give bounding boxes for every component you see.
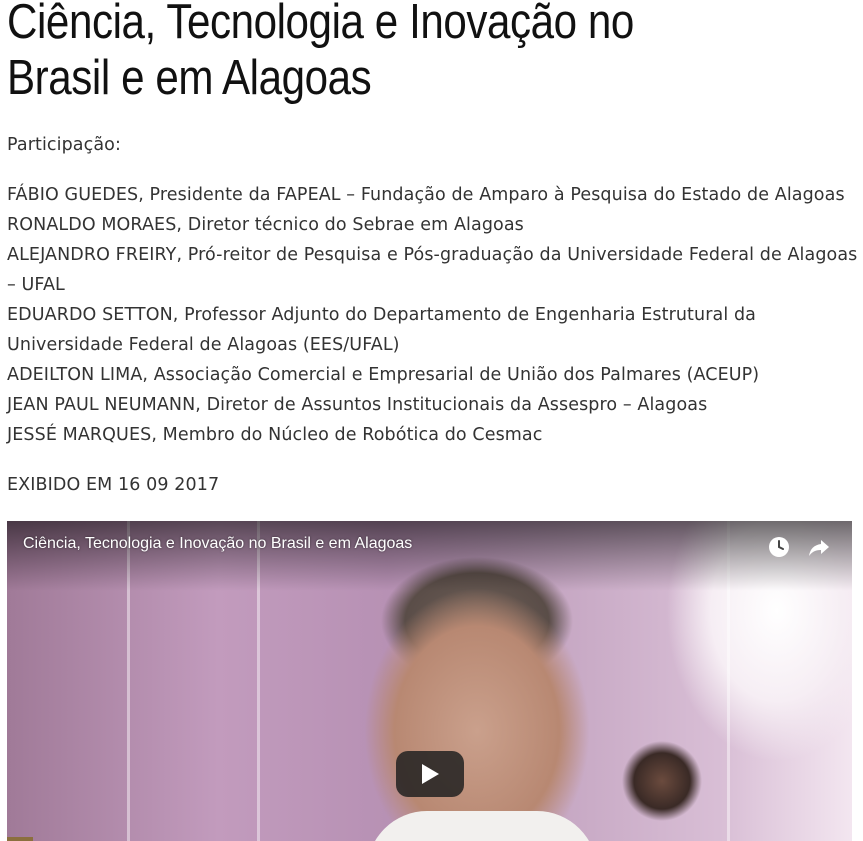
participant-item: RONALDO MORAES, Diretor técnico do Sebra…: [7, 215, 524, 235]
participation-label: Participação:: [7, 135, 121, 155]
participants-list: FÁBIO GUEDES, Presidente da FAPEAL – Fun…: [7, 180, 859, 450]
aired-date: EXIBIDO EM 16 09 2017: [7, 475, 220, 495]
play-button[interactable]: [396, 751, 464, 797]
video-frame-detail: [367, 811, 597, 841]
share-icon[interactable]: [807, 535, 831, 559]
participant-item: ALEJANDRO FREIRY, Pró-reitor de Pesquisa…: [7, 245, 858, 295]
video-progress-indicator: [7, 837, 33, 841]
page-title: Ciência, Tecnologia e Inovação no Brasil…: [7, 0, 634, 105]
participant-item: EDUARDO SETTON, Professor Adjunto do Dep…: [7, 305, 756, 355]
video-player[interactable]: Ciência, Tecnologia e Inovação no Brasil…: [7, 521, 852, 841]
participant-item: JEAN PAUL NEUMANN, Diretor de Assuntos I…: [7, 395, 708, 415]
page: Ciência, Tecnologia e Inovação no Brasil…: [0, 0, 863, 841]
watch-later-icon[interactable]: [767, 535, 791, 559]
video-title[interactable]: Ciência, Tecnologia e Inovação no Brasil…: [23, 535, 412, 553]
participant-item: JESSÉ MARQUES, Membro do Núcleo de Robót…: [7, 425, 543, 445]
participant-item: ADEILTON LIMA, Associação Comercial e Em…: [7, 365, 760, 385]
video-title-bar: [7, 521, 852, 591]
participant-item: FÁBIO GUEDES, Presidente da FAPEAL – Fun…: [7, 185, 845, 205]
play-icon: [422, 764, 439, 784]
